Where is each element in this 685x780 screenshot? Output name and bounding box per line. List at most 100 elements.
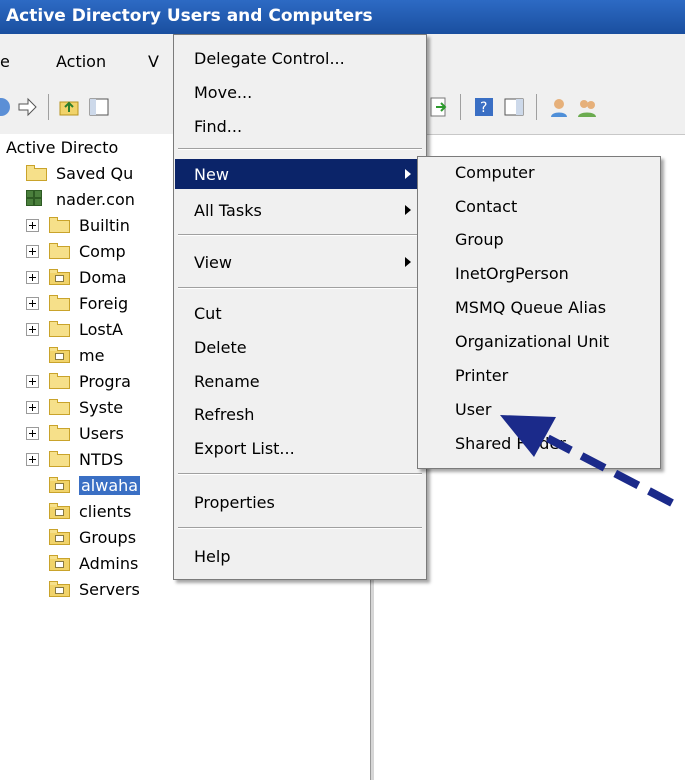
tree-item[interactable]: Progra <box>26 368 131 394</box>
menu-item-delegate-control[interactable]: Delegate Control... <box>175 43 425 73</box>
ou-folder-icon <box>49 269 71 285</box>
forward-icon[interactable] <box>16 96 38 118</box>
menu-item-cut[interactable]: Cut <box>175 298 425 328</box>
tree-item-label: Foreig <box>79 293 129 313</box>
expand-icon[interactable] <box>26 322 39 336</box>
submenu-item-msmq-queue-alias[interactable]: MSMQ Queue Alias <box>455 298 606 326</box>
ou-folder-icon <box>49 503 71 519</box>
menu-item-rename[interactable]: Rename <box>175 366 425 396</box>
tree-item-domain[interactable]: nader.con <box>26 186 135 212</box>
tree-item[interactable]: Syste <box>26 394 123 420</box>
tree-item[interactable]: alwaha <box>26 472 141 498</box>
folder-icon <box>49 217 71 233</box>
tree-item-label: Comp <box>79 241 126 261</box>
tree-item-label: LostA <box>79 319 123 339</box>
new-user-icon[interactable] <box>548 96 570 118</box>
tree-item[interactable]: Groups <box>26 524 136 550</box>
tree-item[interactable]: Admins <box>26 550 138 576</box>
tree-item[interactable]: NTDS <box>26 446 123 472</box>
expand-icon[interactable] <box>26 426 39 440</box>
menu-item-properties[interactable]: Properties <box>175 487 425 517</box>
submenu-item-printer[interactable]: Printer <box>455 366 508 394</box>
tree-root-label: Active Directo <box>6 137 119 157</box>
menu-separator <box>178 527 422 529</box>
tree-item[interactable]: Servers <box>26 576 140 602</box>
menu-item-delete[interactable]: Delete <box>175 332 425 362</box>
folder-icon <box>49 451 71 467</box>
action-pane-icon[interactable] <box>503 96 525 118</box>
expand-icon[interactable] <box>26 374 39 388</box>
svg-text:?: ? <box>480 100 487 116</box>
menu-separator <box>178 473 422 475</box>
tree-item[interactable]: Builtin <box>26 212 130 238</box>
menu-item-all-tasks[interactable]: All Tasks <box>175 195 425 225</box>
tree-item[interactable]: Comp <box>26 238 126 264</box>
tree-item-label: NTDS <box>79 449 124 469</box>
folder-icon <box>49 321 71 337</box>
back-icon[interactable] <box>0 96 12 118</box>
menu-action[interactable]: Action <box>56 52 106 71</box>
menu-item-refresh[interactable]: Refresh <box>175 399 425 429</box>
ou-folder-icon <box>49 347 71 363</box>
tree-item-label: Syste <box>79 397 124 417</box>
tree-item-label: clients <box>79 501 132 521</box>
tree-item-label: Users <box>79 423 124 443</box>
menu-separator <box>178 287 422 289</box>
show-console-tree-icon[interactable] <box>88 96 110 118</box>
submenu-arrow-icon <box>405 205 411 215</box>
tree-item[interactable]: LostA <box>26 316 123 342</box>
ou-folder-icon <box>49 477 71 493</box>
menu-separator <box>178 234 422 236</box>
submenu-item-contact[interactable]: Contact <box>455 197 517 225</box>
tree-item-label: Doma <box>79 267 127 287</box>
domain-icon <box>26 190 48 208</box>
submenu-arrow-icon <box>405 169 411 179</box>
folder-icon <box>26 165 48 181</box>
folder-icon <box>49 373 71 389</box>
tree-item[interactable]: Doma <box>26 264 127 290</box>
up-folder-icon[interactable] <box>58 96 80 118</box>
expand-icon[interactable] <box>26 400 39 414</box>
menu-item-new[interactable]: New <box>175 159 425 189</box>
export-list-icon[interactable] <box>428 96 450 118</box>
tree-item-label: alwaha <box>79 475 141 495</box>
expand-icon[interactable] <box>26 452 39 466</box>
tree-item-saved-queries[interactable]: Saved Qu <box>26 160 133 186</box>
submenu-item-organizational-unit[interactable]: Organizational Unit <box>455 332 609 360</box>
menu-item-find[interactable]: Find... <box>175 111 425 141</box>
tree-item-label: Groups <box>79 527 137 547</box>
tree-item-label: nader.con <box>56 189 135 209</box>
tree-item[interactable]: me <box>26 342 104 368</box>
ou-folder-icon <box>49 581 71 597</box>
window-title: Active Directory Users and Computers <box>6 6 373 26</box>
menu-item-export-list[interactable]: Export List... <box>175 433 425 463</box>
tree-root[interactable]: Active Directo <box>6 134 118 160</box>
tree-item-label: Saved Qu <box>56 163 134 183</box>
help-icon[interactable]: ? <box>473 96 495 118</box>
ou-folder-icon <box>49 555 71 571</box>
tree-item-label: Progra <box>79 371 131 391</box>
expand-icon[interactable] <box>26 270 39 284</box>
expand-icon[interactable] <box>26 244 39 258</box>
submenu-item-user[interactable]: User <box>455 400 491 428</box>
annotation-arrow-icon <box>500 415 674 507</box>
menu-item-view[interactable]: View <box>175 247 425 277</box>
folder-icon <box>49 399 71 415</box>
expand-icon[interactable] <box>26 218 39 232</box>
tree-item[interactable]: Users <box>26 420 124 446</box>
expand-icon[interactable] <box>26 296 39 310</box>
tree-item[interactable]: Foreig <box>26 290 128 316</box>
menu-item-move[interactable]: Move... <box>175 77 425 107</box>
tree-item-label: Admins <box>79 553 139 573</box>
new-group-icon[interactable] <box>576 96 598 118</box>
submenu-item-inetorgperson[interactable]: InetOrgPerson <box>455 264 569 292</box>
tree-item-label: Builtin <box>79 215 130 235</box>
title-bar: Active Directory Users and Computers <box>0 0 685 34</box>
tree-item[interactable]: clients <box>26 498 131 524</box>
menu-view[interactable]: V <box>148 52 159 71</box>
submenu-item-computer[interactable]: Computer <box>455 163 535 191</box>
ou-folder-icon <box>49 529 71 545</box>
menu-item-help[interactable]: Help <box>175 541 425 571</box>
submenu-item-group[interactable]: Group <box>455 230 504 258</box>
menu-file[interactable]: e <box>0 52 10 71</box>
